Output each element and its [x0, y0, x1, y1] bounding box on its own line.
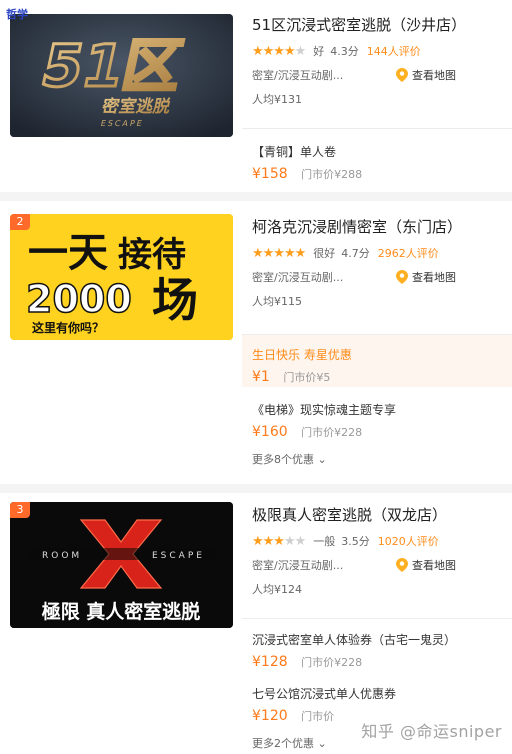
star-rating: ★★★★★ — [252, 533, 306, 549]
thumb-2000-art: 一天 接待 2000 场 这里有你吗？ — [10, 214, 233, 340]
rating-row: ★★★★★ 一般 3.5分 1020人评价 — [252, 531, 506, 551]
section-separator — [0, 484, 512, 493]
more-deals-link[interactable]: 更多8个优惠 ⌄ — [252, 451, 327, 467]
svg-text:ESCAPE: ESCAPE — [100, 118, 145, 128]
category-tags: 密室/沉浸互动剧... — [252, 559, 344, 572]
listing-thumbnail-3[interactable]: ROOM ESCAPE 極限 真人密室逃脱 3 — [10, 502, 233, 628]
deal-price-row: ¥1 门市价¥5 — [252, 369, 506, 385]
section-separator — [0, 192, 512, 201]
market-price: 门市价 — [301, 710, 335, 723]
deal-title: 七号公馆沉浸式单人优惠券 — [252, 687, 397, 701]
rating-word: 好 — [313, 45, 325, 58]
divider — [242, 618, 512, 619]
thumb-51-art: 51区 密室逃脱 ESCAPE — [10, 14, 233, 137]
view-map-link[interactable]: 查看地图 — [396, 269, 506, 285]
listing-thumbnail-1[interactable]: 51区 密室逃脱 ESCAPE — [10, 14, 233, 137]
rating-row: ★★★★★ 很好 4.7分 2962人评价 — [252, 243, 506, 263]
market-price: 门市价¥5 — [283, 371, 331, 384]
listing-title[interactable]: 柯洛克沉浸剧情密室（东门店） — [252, 216, 506, 237]
rating-score: 4.3分 — [330, 45, 359, 58]
category-tags: 密室/沉浸互动剧... — [252, 69, 344, 82]
listing-title[interactable]: 极限真人密室逃脱（双龙店） — [252, 504, 506, 525]
average-price: 人均¥124 — [252, 583, 302, 596]
average-price: 人均¥115 — [252, 295, 302, 308]
review-count[interactable]: 2962人评价 — [378, 245, 439, 261]
svg-text:密室逃脱: 密室逃脱 — [100, 96, 172, 117]
deal-price: ¥160 — [252, 424, 288, 440]
listing-info-1: 51区沉浸式密室逃脱（沙井店） ★★★★★ 好 4.3分 144人评价 密室/沉… — [252, 14, 506, 107]
rating-score: 4.7分 — [341, 247, 370, 260]
view-map-link[interactable]: 查看地图 — [396, 67, 506, 83]
average-price: 人均¥131 — [252, 93, 302, 106]
deal-price-row: ¥158 门市价¥288 — [252, 166, 506, 182]
deal-price: ¥1 — [252, 369, 270, 385]
rating-row: ★★★★★ 好 4.3分 144人评价 — [252, 41, 506, 61]
listing-info-3: 极限真人密室逃脱（双龙店） ★★★★★ 一般 3.5分 1020人评价 密室/沉… — [252, 504, 506, 597]
svg-text:2000: 2000 — [26, 277, 132, 321]
watermark: 知乎 @命运sniper — [361, 722, 502, 741]
deal-price: ¥158 — [252, 166, 288, 182]
svg-text:一天: 一天 — [28, 230, 108, 276]
deal-title: 【青铜】单人卷 — [252, 145, 337, 159]
listing-thumbnail-2[interactable]: 一天 接待 2000 场 这里有你吗？ 2 — [10, 214, 233, 340]
review-count[interactable]: 1020人评价 — [378, 533, 439, 549]
svg-text:ROOM: ROOM — [42, 551, 82, 561]
map-pin-icon — [396, 68, 408, 82]
rating-word: 一般 — [313, 535, 336, 548]
view-map-link[interactable]: 查看地图 — [396, 557, 506, 573]
market-price: 门市价¥228 — [301, 426, 363, 439]
view-map-label: 查看地图 — [412, 271, 456, 284]
listing-title[interactable]: 51区沉浸式密室逃脱（沙井店） — [252, 14, 506, 35]
rank-badge: 2 — [10, 214, 30, 230]
category-tags: 密室/沉浸互动剧... — [252, 271, 344, 284]
star-rating: ★★★★★ — [252, 43, 306, 59]
deal-title: 沉浸式密室单人体验券（古宅一鬼灵） — [252, 633, 457, 647]
review-count[interactable]: 144人评价 — [367, 43, 421, 59]
map-pin-icon — [396, 270, 408, 284]
deal-price: ¥120 — [252, 708, 288, 724]
listing-card-3[interactable]: ROOM ESCAPE 極限 真人密室逃脱 3 极限真人密室逃脱（双龙店） ★★… — [0, 493, 512, 754]
listing-card-2[interactable]: 一天 接待 2000 场 这里有你吗？ 2 柯洛克沉浸剧情密室（东门店） ★★★… — [0, 201, 512, 486]
rating-score: 3.5分 — [341, 535, 370, 548]
corner-tag: 哲学 — [6, 8, 28, 21]
svg-text:接待: 接待 — [118, 235, 186, 275]
star-rating: ★★★★★ — [252, 245, 306, 261]
deal-title: 生日快乐 寿星优惠 — [252, 348, 352, 362]
deal-price: ¥128 — [252, 654, 288, 670]
thumb-xroom-art: ROOM ESCAPE 極限 真人密室逃脱 — [10, 502, 233, 628]
listing-info-2: 柯洛克沉浸剧情密室（东门店） ★★★★★ 很好 4.7分 2962人评价 密室/… — [252, 216, 506, 309]
deal-price-row: ¥160 门市价¥228 — [252, 424, 506, 440]
svg-text:51区: 51区 — [36, 33, 189, 100]
listing-card-1[interactable]: 51区 密室逃脱 ESCAPE 51区沉浸式密室逃脱（沙井店） ★★★★★ 好 … — [0, 0, 512, 190]
deal-title: 《电梯》现实惊魂主题专享 — [252, 403, 397, 417]
deal-item[interactable]: 生日快乐 寿星优惠 ¥1 门市价¥5 — [252, 346, 506, 385]
tags-row: 密室/沉浸互动剧... 查看地图 — [252, 269, 506, 285]
tags-row: 密室/沉浸互动剧... 查看地图 — [252, 557, 506, 573]
svg-text:ESCAPE: ESCAPE — [152, 551, 205, 561]
deal-item[interactable]: 沉浸式密室单人体验券（古宅一鬼灵） ¥128 门市价¥228 — [252, 631, 506, 670]
market-price: 门市价¥228 — [301, 656, 363, 669]
map-pin-icon — [396, 558, 408, 572]
divider — [242, 128, 512, 129]
deal-price-row: ¥128 门市价¥228 — [252, 654, 506, 670]
svg-text:这里有你吗？: 这里有你吗？ — [32, 320, 104, 335]
rank-badge: 3 — [10, 502, 30, 518]
deal-item[interactable]: 《电梯》现实惊魂主题专享 ¥160 门市价¥228 — [252, 401, 506, 440]
more-deals-link[interactable]: 更多2个优惠 ⌄ — [252, 735, 327, 751]
view-map-label: 查看地图 — [412, 559, 456, 572]
svg-text:極限 真人密室逃脱: 極限 真人密室逃脱 — [42, 600, 201, 623]
rating-word: 很好 — [313, 247, 336, 260]
view-map-label: 查看地图 — [412, 69, 456, 82]
tags-row: 密室/沉浸互动剧... 查看地图 — [252, 67, 506, 83]
deal-item[interactable]: 【青铜】单人卷 ¥158 门市价¥288 — [252, 143, 506, 182]
svg-text:场: 场 — [152, 273, 198, 327]
market-price: 门市价¥288 — [301, 168, 363, 181]
